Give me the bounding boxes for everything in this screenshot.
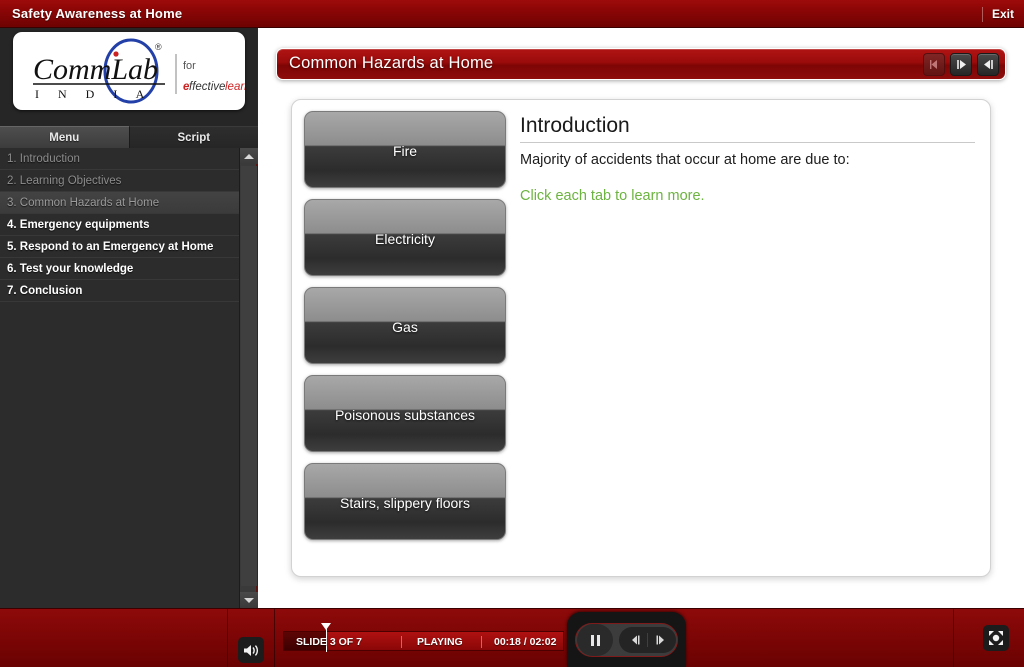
slide-stage: Common Hazards at Home Fire Electricity …: [258, 28, 1024, 608]
step-button-group: [619, 627, 676, 653]
hazard-tab-3[interactable]: Gas: [304, 287, 506, 364]
hazard-tab-1[interactable]: Fire: [304, 111, 506, 188]
sidebar: CommLab I N D I A for e ffective learnin…: [0, 28, 258, 608]
hazard-tab-label: Fire: [392, 142, 418, 159]
step-forward-icon: [656, 635, 664, 645]
scroll-up-button[interactable]: [240, 148, 258, 164]
playback-controls: [575, 623, 678, 657]
hazard-tab-4[interactable]: Poisonous substances: [304, 375, 506, 452]
hazard-tab-2[interactable]: Electricity: [304, 199, 506, 276]
divider: [401, 636, 402, 648]
divider: [981, 6, 983, 22]
course-menu-list: 1. Introduction 2. Learning Objectives 3. …: [0, 148, 239, 608]
svg-text:CommLab: CommLab: [33, 53, 158, 86]
logo-graphic: CommLab I N D I A for e ffective learnin…: [33, 38, 245, 104]
triangle-up-icon: [244, 153, 254, 159]
svg-text:I N D I A: I N D I A: [35, 87, 152, 101]
slide-title: Common Hazards at Home: [289, 54, 494, 72]
content-body-text: Majority of accidents that occur at home…: [520, 152, 850, 168]
sidebar-item-1[interactable]: 1. Introduction: [0, 148, 239, 170]
svg-text:for: for: [183, 60, 196, 72]
slide-nav-buttons: [923, 53, 999, 76]
slide-title-bar: Common Hazards at Home: [276, 48, 1006, 80]
pause-icon: [590, 634, 600, 646]
previous-slide-button[interactable]: [923, 53, 945, 76]
arrow-left-icon: [929, 60, 937, 69]
speaker-icon: [243, 644, 258, 656]
sidebar-item-2[interactable]: 2. Learning Objectives: [0, 170, 239, 192]
content-hint-text: Click each tab to learn more.: [520, 188, 705, 204]
fullscreen-icon: [989, 631, 1003, 645]
svg-text:learning: learning: [225, 81, 245, 93]
arrow-right-icon: [956, 60, 966, 69]
sidebar-item-6[interactable]: 6. Test your knowledge: [0, 258, 239, 280]
playhead-marker-icon: [320, 623, 331, 630]
content-heading: Introduction: [520, 114, 975, 143]
hazard-tab-label: Stairs, slippery floors: [340, 494, 470, 511]
next-button[interactable]: [648, 627, 672, 653]
slide-counter-label: SLIDE 3 OF 7: [296, 636, 362, 648]
volume-button[interactable]: [238, 637, 264, 663]
exit-button[interactable]: Exit: [992, 7, 1014, 21]
previous-button[interactable]: [623, 627, 647, 653]
divider: [481, 636, 482, 648]
course-player-window: Safety Awareness at Home Exit CommLab I …: [0, 0, 1024, 667]
tab-menu[interactable]: Menu: [0, 126, 129, 148]
scroll-down-button[interactable]: [240, 592, 258, 608]
playback-control-pod: [567, 612, 686, 667]
hazard-tab-column: Fire Electricity Gas Poisonous substances St…: [304, 111, 506, 540]
top-bar-actions: Exit: [981, 0, 1014, 28]
arrow-left-bar-icon: [983, 60, 993, 69]
sidebar-item-4[interactable]: 4. Emergency equipments: [0, 214, 239, 236]
hazard-tab-5[interactable]: Stairs, slippery floors: [304, 463, 506, 540]
fullscreen-button[interactable]: [983, 625, 1009, 651]
sidebar-tabs: Menu Script: [0, 126, 258, 148]
commlab-india-logo: CommLab I N D I A for e ffective learnin…: [13, 32, 245, 110]
divider: [227, 609, 228, 667]
sidebar-item-7[interactable]: 7. Conclusion: [0, 280, 239, 302]
back-slide-button[interactable]: [977, 53, 999, 76]
hazard-tab-label: Poisonous substances: [334, 406, 476, 423]
playback-status-label: PLAYING: [417, 636, 463, 648]
time-elapsed-label: 00:18 / 02:02: [494, 636, 557, 648]
svg-text:ffective: ffective: [189, 81, 225, 93]
tab-script[interactable]: Script: [128, 126, 258, 148]
content-panel: Fire Electricity Gas Poisonous substances St…: [291, 99, 991, 577]
sidebar-item-5[interactable]: 5. Respond to an Emergency at Home: [0, 236, 239, 258]
top-title-bar: Safety Awareness at Home Exit: [0, 0, 1024, 28]
sidebar-item-3[interactable]: 3. Common Hazards at Home: [0, 192, 239, 214]
divider: [274, 609, 275, 667]
divider: [953, 609, 954, 667]
hazard-tab-label: Electricity: [375, 230, 435, 247]
slide-progress-bar[interactable]: SLIDE 3 OF 7 PLAYING 00:18 / 02:02: [283, 623, 564, 652]
pause-button[interactable]: [577, 624, 613, 656]
triangle-down-icon: [244, 597, 254, 603]
scrollbar-thumb[interactable]: [241, 166, 257, 586]
svg-text:®: ®: [155, 42, 162, 52]
menu-scrollbar[interactable]: [239, 148, 258, 608]
hazard-tab-label: Gas: [392, 318, 418, 335]
step-backward-icon: [631, 635, 639, 645]
content-text-area: Introduction Majority of accidents that …: [520, 114, 975, 204]
course-title: Safety Awareness at Home: [12, 6, 183, 21]
next-slide-button[interactable]: [950, 53, 972, 76]
